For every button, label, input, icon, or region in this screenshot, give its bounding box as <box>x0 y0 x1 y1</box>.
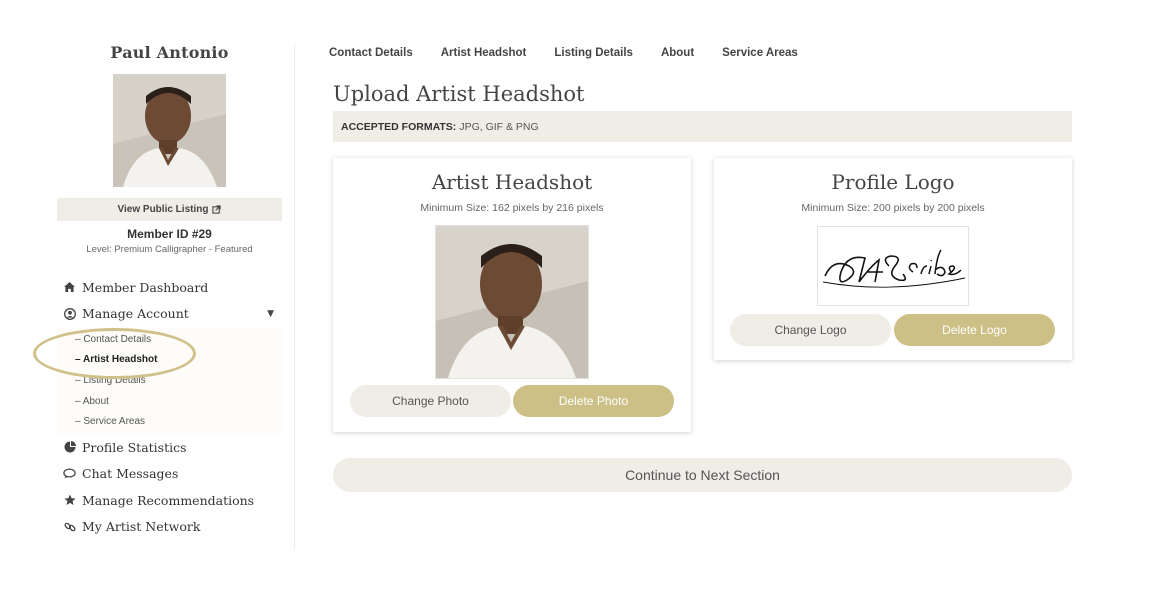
member-name: Paul Antonio <box>110 43 229 62</box>
sidebar-item-my-artist-network[interactable]: My Artist Network <box>57 513 282 540</box>
subnav-item-contact-details[interactable]: – Contact Details <box>57 329 282 350</box>
delete-photo-button[interactable]: Delete Photo <box>513 385 674 417</box>
accepted-formats-banner: ACCEPTED FORMATS: JPG, GIF & PNG <box>333 111 1072 142</box>
home-icon <box>63 281 76 294</box>
continue-next-section-button[interactable]: Continue to Next Section <box>333 458 1072 492</box>
sidebar-item-manage-recommendations[interactable]: Manage Recommendations <box>57 487 282 514</box>
sidebar-item-profile-statistics[interactable]: Profile Statistics <box>57 434 282 461</box>
card-subtitle: Minimum Size: 200 pixels by 200 pixels <box>801 202 985 214</box>
sidebar-nav: Member Dashboard Manage Account ▼ – Cont… <box>57 274 282 540</box>
sidebar-item-label: Member Dashboard <box>82 279 209 295</box>
sidebar-item-chat-messages[interactable]: Chat Messages <box>57 460 282 487</box>
card-title: Profile Logo <box>831 170 955 194</box>
artist-headshot-card: Artist Headshot Minimum Size: 162 pixels… <box>333 158 691 432</box>
star-icon <box>63 494 76 507</box>
chevron-down-icon: ▼ <box>267 308 274 319</box>
calligraphy-logo-icon <box>822 249 966 288</box>
chat-icon <box>63 467 76 480</box>
sidebar-item-member-dashboard[interactable]: Member Dashboard <box>57 274 282 301</box>
subnav-item-listing-details[interactable]: – Listing Details <box>57 370 282 391</box>
sidebar-item-label: Profile Statistics <box>82 439 187 455</box>
tab-about[interactable]: About <box>661 47 694 59</box>
person-photo-icon <box>113 74 226 187</box>
tab-service-areas[interactable]: Service Areas <box>722 47 798 59</box>
sidebar-item-label: Manage Recommendations <box>82 492 255 508</box>
view-public-listing-button[interactable]: View Public Listing <box>57 198 282 221</box>
profile-logo-image <box>817 226 969 306</box>
member-id: Member ID #29 <box>127 227 212 241</box>
person-photo-icon <box>436 226 588 378</box>
card-title: Artist Headshot <box>431 170 593 194</box>
tab-listing-details[interactable]: Listing Details <box>554 47 633 59</box>
section-tabs: Contact Details Artist Headshot Listing … <box>329 47 798 59</box>
sidebar-item-manage-account[interactable]: Manage Account ▼ <box>57 301 282 328</box>
manage-account-subnav: – Contact Details – Artist Headshot – Li… <box>57 327 282 434</box>
headshot-photo <box>436 226 588 378</box>
link-icon <box>63 520 76 533</box>
change-photo-button[interactable]: Change Photo <box>350 385 511 417</box>
delete-logo-button[interactable]: Delete Logo <box>894 314 1055 346</box>
avatar <box>113 74 226 187</box>
card-subtitle: Minimum Size: 162 pixels by 216 pixels <box>420 202 604 214</box>
subnav-item-artist-headshot[interactable]: – Artist Headshot <box>57 350 282 371</box>
pie-chart-icon <box>63 441 76 454</box>
profile-logo-card: Profile Logo Minimum Size: 200 pixels by… <box>714 158 1072 360</box>
vertical-divider <box>294 44 295 550</box>
change-logo-button[interactable]: Change Logo <box>730 314 891 346</box>
external-link-icon <box>212 205 222 214</box>
accepted-formats-value: JPG, GIF & PNG <box>459 120 539 133</box>
sidebar: Paul Antonio View Public Listing Member … <box>57 40 282 540</box>
accepted-formats-label: ACCEPTED FORMATS: <box>341 120 457 133</box>
subnav-item-service-areas[interactable]: – Service Areas <box>57 411 282 432</box>
sidebar-item-label: Chat Messages <box>82 466 179 482</box>
tab-contact-details[interactable]: Contact Details <box>329 47 413 59</box>
subnav-item-about[interactable]: – About <box>57 391 282 412</box>
sidebar-item-label: My Artist Network <box>82 519 201 535</box>
user-circle-icon <box>63 307 76 320</box>
tab-artist-headshot[interactable]: Artist Headshot <box>441 47 527 59</box>
member-level: Level: Premium Calligrapher - Featured <box>86 244 253 255</box>
view-public-listing-label: View Public Listing <box>117 204 209 215</box>
page-title: Upload Artist Headshot <box>333 82 585 106</box>
sidebar-item-label: Manage Account <box>82 306 189 322</box>
